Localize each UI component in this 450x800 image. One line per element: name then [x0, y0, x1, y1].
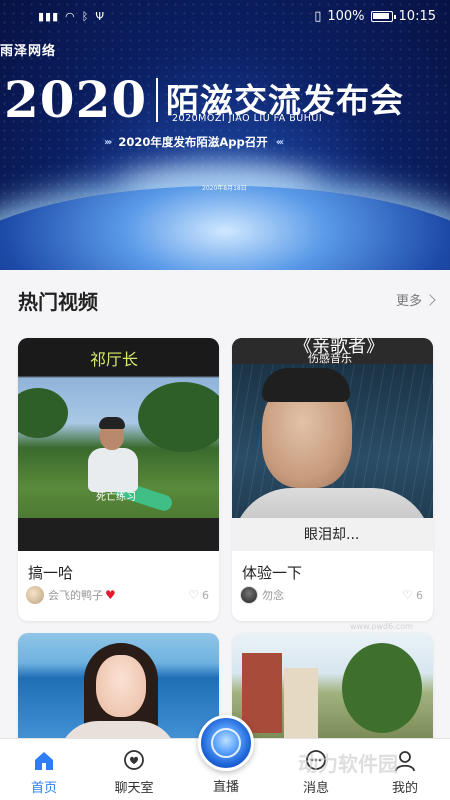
- author-avatar[interactable]: [26, 586, 44, 604]
- heart-outline-icon: ♡: [188, 588, 199, 602]
- battery-percent: 100%: [327, 9, 365, 24]
- video-thumbnail[interactable]: 《亲歌者》 伤感音乐 眼泪却...: [232, 338, 433, 551]
- more-label: 更多: [395, 294, 422, 309]
- heart-emoji-icon: ♥: [105, 588, 116, 602]
- banner-brand: 雨泽网络: [0, 44, 57, 59]
- video-title: 体验一下: [242, 564, 303, 582]
- wifi-icon: ◠: [65, 10, 76, 23]
- watermark-url: www.pwd6.com: [350, 622, 413, 631]
- like-count: 6: [202, 588, 209, 602]
- usb-icon: Ψ: [95, 10, 106, 23]
- hair-shape: [99, 417, 125, 429]
- more-link[interactable]: 更多: [395, 290, 436, 309]
- clock: 10:15: [398, 9, 436, 24]
- video-card[interactable]: 祁厅长 死亡练习 搞一哈 会飞的鸭子 ♥ ♡ 6: [18, 338, 219, 621]
- tab-home[interactable]: 首页: [14, 749, 74, 796]
- status-icons-right: ▯ 100% 10:15: [314, 9, 436, 24]
- live-orb-icon: [211, 728, 241, 758]
- live-button[interactable]: [198, 715, 254, 771]
- tab-chat-label: 聊天室: [114, 781, 154, 796]
- chevron-right-icon: [424, 293, 436, 306]
- like-count: 6: [416, 588, 423, 602]
- home-icon: [35, 752, 53, 770]
- like-count-group[interactable]: ♡ 6: [402, 588, 423, 602]
- tree-shape: [342, 643, 422, 733]
- video-card[interactable]: 《亲歌者》 伤感音乐 眼泪却... 体验一下 勿念 ♡ 6: [232, 338, 433, 621]
- banner-date: 2020年8月18日: [202, 185, 247, 192]
- author-name: 会飞的鸭子: [48, 589, 103, 602]
- tab-messages-label: 消息: [302, 781, 329, 796]
- banner-subtitle-row: ››› 2020年度发布陌滋App召开 ‹‹‹: [104, 134, 285, 150]
- video-caption: 祁厅长: [90, 350, 139, 369]
- bluetooth-icon: ᛒ: [81, 10, 90, 23]
- video-meta: 会飞的鸭子 ♥ ♡ 6: [26, 586, 209, 604]
- video-title: 搞一哈: [28, 564, 74, 582]
- banner-year: 2020: [4, 70, 148, 129]
- home-screen: 雨泽网络 2020 陌滋交流发布会 2020MOZI JIAO LIU FA B…: [0, 0, 450, 800]
- author-avatar[interactable]: [240, 586, 258, 604]
- like-count-group[interactable]: ♡ 6: [188, 588, 209, 602]
- tree-shape: [138, 382, 219, 452]
- signal-icon: ▮▮▮: [38, 10, 60, 23]
- promo-banner[interactable]: 雨泽网络 2020 陌滋交流发布会 2020MOZI JIAO LIU FA B…: [0, 0, 450, 270]
- tab-chatroom[interactable]: 聊天室: [104, 749, 164, 796]
- video-subtitle: 死亡练习: [96, 492, 136, 503]
- status-bar: ▮▮▮ ◠ ᛒ Ψ ▯ 100% 10:15: [0, 0, 450, 36]
- vibrate-icon: ▯: [314, 9, 322, 24]
- building-shape: [284, 668, 318, 738]
- tab-me[interactable]: 我的: [375, 749, 435, 796]
- heart-outline-icon: ♡: [402, 588, 413, 602]
- banner-divider: [156, 78, 158, 122]
- face-shape: [96, 655, 146, 717]
- user-icon: [395, 751, 415, 772]
- video-subtitle: 眼泪却...: [304, 527, 360, 543]
- message-icon: [306, 750, 326, 770]
- shirt-shape: [88, 448, 138, 492]
- battery-icon: [370, 11, 396, 22]
- tab-live-label[interactable]: 直播: [200, 776, 252, 795]
- arrow-right-icon: ›››: [104, 136, 113, 148]
- banner-pinyin: 2020MOZI JIAO LIU FA BUHUI: [172, 113, 323, 124]
- hair-shape: [262, 368, 350, 402]
- status-icons-left: ▮▮▮ ◠ ᛒ Ψ: [38, 10, 105, 23]
- arrow-left-icon: ‹‹‹: [275, 136, 285, 148]
- letterbox-bar: [18, 518, 219, 551]
- banner-subtitle: 2020年度发布陌滋App召开: [118, 135, 268, 149]
- video-thumbnail[interactable]: 祁厅长 死亡练习: [18, 338, 219, 551]
- section-title: 热门视频: [18, 290, 98, 314]
- author-name: 勿念: [262, 589, 284, 602]
- building-shape: [242, 653, 282, 733]
- video-meta: 勿念 ♡ 6: [240, 586, 423, 604]
- chat-bubble-icon: [124, 750, 144, 770]
- tab-me-label: 我的: [391, 781, 418, 796]
- tab-home-label: 首页: [30, 781, 57, 796]
- tab-messages[interactable]: 消息: [286, 749, 346, 796]
